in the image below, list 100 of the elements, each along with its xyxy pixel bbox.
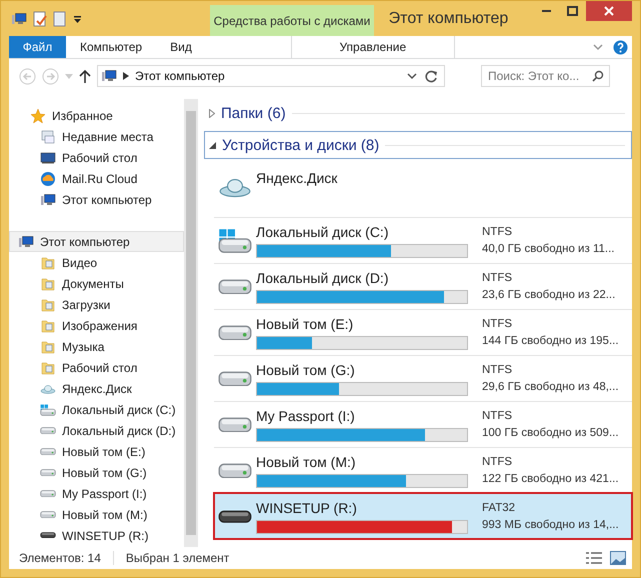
nav-item[interactable]: Недавние места [9,126,184,147]
computer-icon [18,234,34,250]
drive-item[interactable]: Локальный диск (D:) NTFS 23,6 ГБ свободно из 22... [214,263,632,309]
drive-name: My Passport (I:) [256,408,356,424]
star-icon [30,108,46,124]
folder-icon [40,296,56,312]
nav-item[interactable]: Новый том (M:) [9,504,184,525]
hard-drive-icon [40,426,56,434]
nav-item[interactable]: Документы [9,273,184,294]
free-space: 144 ГБ свободно из 195... [482,335,619,347]
ribbon-tab[interactable]: Вид [156,36,206,58]
windows-drive-icon [218,228,252,254]
nav-item[interactable]: Яндекс.Диск [9,378,184,399]
nav-item[interactable]: Изображения [9,315,184,336]
folder-icon [40,360,56,376]
file-system: NTFS [482,410,514,422]
device-item[interactable]: Яндекс.Диск [214,163,632,217]
drive-item[interactable]: Локальный диск (C:) NTFS 40,0 ГБ свободно из 11... [214,217,632,263]
ribbon-tab[interactable]: Файл [9,36,66,58]
hard-drive-icon [40,510,56,518]
expanded-arrow-icon [209,142,216,148]
nav-item[interactable]: Локальный диск (D:) [9,420,184,441]
group-title: Устройства и диски (8) [222,136,380,154]
up-arrow-icon[interactable] [79,69,91,83]
computer-icon [101,68,117,84]
free-space: 23,6 ГБ свободно из 22... [482,289,616,301]
folder-icon [40,276,56,292]
collapsed-arrow-icon [209,108,215,118]
drive-name: WINSETUP (R:) [256,500,358,516]
nav-item[interactable]: WINSETUP (R:) [9,525,184,546]
drive-item[interactable]: My Passport (I:) NTFS 100 ГБ свободно из 509... [214,401,632,447]
file-system: NTFS [482,456,514,468]
drive-name: Новый том (E:) [256,316,354,332]
windows-drive-icon [40,404,56,416]
free-space: 993 МБ свободно из 14,... [482,519,619,531]
drive-name: Новый том (G:) [256,362,356,378]
window-title: Этот компьютер [388,10,508,28]
search-field[interactable]: Поиск: Этот ко... [481,65,610,87]
customize-menu-icon[interactable] [73,14,82,24]
recent-places-icon [40,128,56,144]
details-view-icon[interactable] [586,551,602,565]
removable-drive-icon [218,510,252,524]
item-count: Элементов: 14 [19,551,101,565]
nav-item[interactable]: Музыка [9,336,184,357]
nav-item[interactable]: Загрузки [9,294,184,315]
hard-drive-icon [40,490,56,498]
file-system: NTFS [482,226,514,238]
folder-icon [40,318,56,334]
ribbon-tab[interactable]: Управление [290,36,455,58]
drive-item[interactable]: WINSETUP (R:) FAT32 993 МБ свободно из 14,... [214,493,632,539]
close-button[interactable] [586,1,632,21]
nav-item[interactable]: Избранное [9,105,184,126]
folder-icon [40,338,56,354]
nav-item[interactable]: Этот компьютер [9,189,184,210]
chevron-right-icon [123,72,129,80]
selection-count: Выбран 1 элемент [126,551,230,565]
file-system: NTFS [482,364,514,376]
close-icon [604,6,614,16]
group-header[interactable]: Устройства и диски (8) [204,131,632,159]
hard-drive-icon [40,468,56,476]
group-header[interactable]: Папки (6) [204,99,632,127]
nav-item[interactable]: Локальный диск (C:) [9,399,184,420]
hard-drive-icon [218,462,252,478]
drive-name: Локальный диск (D:) [256,270,390,286]
minimize-icon [542,10,550,12]
drive-item[interactable]: Новый том (E:) NTFS 144 ГБ свободно из 195... [214,309,632,355]
maximize-icon [567,6,578,16]
properties-icon[interactable] [33,10,47,26]
free-space: 100 ГБ свободно из 509... [482,427,619,439]
nav-item[interactable]: Видео [9,252,184,273]
hard-drive-icon [218,370,252,386]
drive-item[interactable]: Новый том (G:) NTFS 29,6 ГБ свободно из 48,... [214,355,632,401]
help-icon[interactable] [613,40,628,54]
address-bar[interactable]: Этот компьютер [97,65,445,87]
nav-item[interactable]: Рабочий стол [9,147,184,168]
nav-item[interactable]: My Passport (I:) [9,483,184,504]
nav-item[interactable]: Новый том (E:) [9,441,184,462]
free-space: 122 ГБ свободно из 421... [482,473,619,485]
removable-drive-icon [40,532,56,539]
hard-drive-icon [218,324,252,340]
context-group-label: Средства работы с дисками [214,14,370,28]
chevron-down-icon[interactable] [407,72,417,80]
hard-drive-icon [40,448,56,456]
nav-item[interactable]: Этот компьютер [9,231,184,252]
scrollbar[interactable] [184,99,198,547]
nav-item[interactable]: Новый том (G:) [9,462,184,483]
folder-icon [40,254,56,270]
file-system: FAT32 [482,502,516,514]
tiles-view-icon[interactable] [610,551,626,565]
file-system: NTFS [482,318,514,330]
ribbon-tab[interactable]: Компьютер [66,36,156,58]
nav-item[interactable]: Рабочий стол [9,357,184,378]
free-space: 40,0 ГБ свободно из 11... [482,243,614,255]
refresh-icon[interactable] [425,70,438,82]
file-system: NTFS [482,272,514,284]
free-space: 29,6 ГБ свободно из 48,... [482,381,619,393]
nav-item[interactable]: Mail.Ru Cloud [9,168,184,189]
drive-name: Новый том (M:) [256,454,357,470]
hard-drive-icon [218,416,252,432]
drive-name: Локальный диск (C:) [256,224,390,240]
